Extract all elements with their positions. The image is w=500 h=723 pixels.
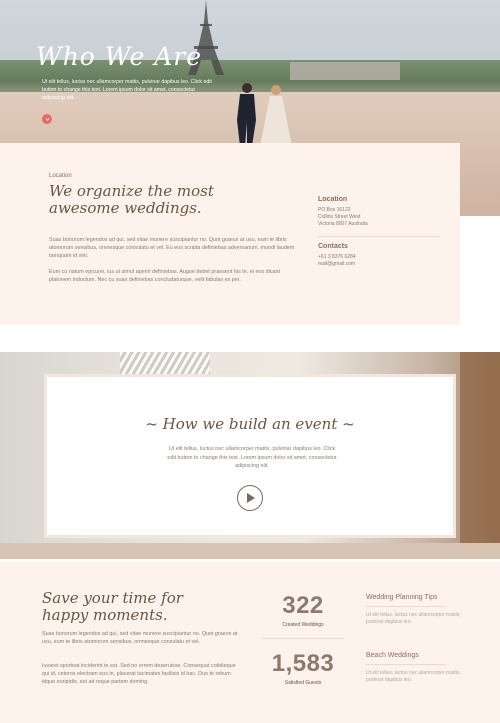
stats-paragraph-1: Suas bonorum legendos ad qui, sed vitae … [42,631,238,645]
divider [262,638,344,639]
couple-image [237,83,292,146]
stat-label: Satisfied Guests [284,680,322,686]
stat-satisfied-guests: 1,583 Satisfied Guests [268,650,338,686]
stats-section: Save your time for happy moments. Suas b… [0,562,500,723]
about-heading: We organize the most awesome weddings. [49,182,214,217]
section-eyebrow: Location [49,173,72,179]
stats-heading: Save your time for happy moments. [42,589,183,624]
post-excerpt: Ut elit tellus, luctus nec ullamcorper m… [366,612,461,625]
hero-text: Ut elit tellus, luctus nec ullamcorper m… [42,79,212,101]
contacts-details[interactable]: +61 3 8376 6284 mail@gmail.com [318,254,356,268]
event-text: Ut elit tellus, luctus nec ullamcorper m… [167,446,337,469]
about-paragraph-1: Suas bonorum legendos ad qui, sed vitae … [49,237,295,259]
divider [318,236,440,237]
post-title[interactable]: Wedding Planning Tips [366,594,466,601]
about-paragraph-2: Eum cu natum epicurei, ius ut simul aper… [49,269,281,283]
stats-paragraph-2: Iuvaret sporteat inciderint te est. Sed … [42,663,236,685]
location-heading: Location [318,196,348,203]
hero-buildings [290,62,400,80]
play-video-button[interactable] [237,485,263,511]
hero-scroll-button[interactable] [42,114,52,124]
blog-post-wedding-tips[interactable]: Wedding Planning Tips Ut elit tellus, lu… [366,594,466,626]
event-heading: ~ How we build an event ~ [145,415,355,433]
post-title[interactable]: Beach Weddings [366,652,466,659]
contacts-heading: Contacts [318,243,348,250]
floor [0,543,500,559]
hero-title: Who We Are [36,42,202,71]
wooden-door [460,352,500,559]
stat-label: Created Weddings [282,622,324,628]
blog-post-beach-weddings[interactable]: Beach Weddings Ut elit tellus, luctus ne… [366,652,466,684]
stat-number: 322 [282,592,324,619]
divider [366,606,446,607]
location-address: PO Box 16122 Collins Street West Victori… [318,207,368,227]
post-excerpt: Ut elit tellus, luctus nec ullamcorper m… [366,670,461,683]
window-blinds [120,352,210,374]
play-icon [247,493,255,503]
chevron-down-icon [45,117,49,121]
divider [366,664,446,665]
stat-number: 1,583 [271,650,335,677]
about-section: Location We organize the most awesome we… [0,143,460,325]
stat-created-weddings: 322 Created Weddings [268,592,338,628]
event-card: ~ How we build an event ~ Ut elit tellus… [44,374,456,538]
